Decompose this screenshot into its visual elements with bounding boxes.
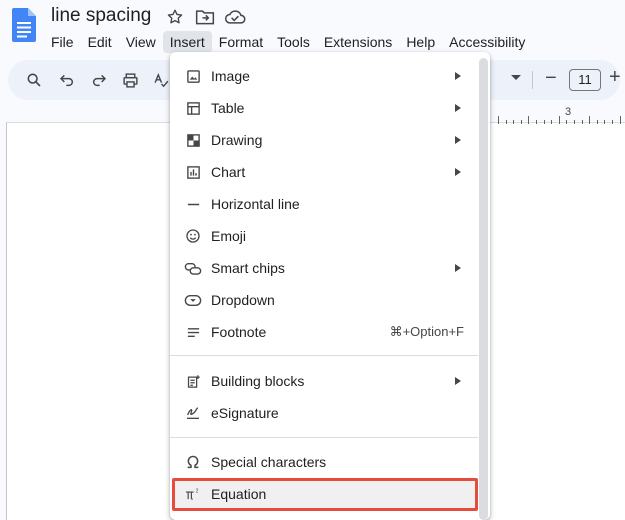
ruler-tick	[596, 120, 598, 124]
search-icon[interactable]	[24, 70, 44, 90]
ruler-tick	[558, 116, 560, 124]
menu-extensions[interactable]: Extensions	[317, 31, 399, 53]
move-folder-icon[interactable]	[194, 7, 216, 27]
ruler-tick	[528, 116, 530, 124]
menu-help[interactable]: Help	[399, 31, 442, 53]
ruler-tick	[536, 120, 537, 124]
menu-tools[interactable]: Tools	[270, 31, 317, 53]
shortcut-hint: ⌘+Option+F	[389, 324, 464, 339]
menu-item-table[interactable]: Table	[172, 93, 478, 123]
menu-item-label: Chart	[211, 164, 246, 180]
menu-item-drawing[interactable]: Drawing	[172, 125, 478, 155]
ruler-tick	[498, 116, 499, 124]
font-size-increase-button[interactable]: +	[609, 66, 621, 89]
menu-item-image[interactable]: Image	[172, 61, 478, 91]
star-icon[interactable]	[164, 7, 186, 27]
menu-item-horizontal-line[interactable]: Horizontal line	[172, 189, 478, 219]
menu-item-label: eSignature	[211, 405, 279, 421]
docs-logo-icon[interactable]	[12, 8, 36, 42]
font-size-decrease-button[interactable]: −	[545, 67, 557, 90]
svg-text:2: 2	[196, 489, 199, 495]
menu-item-label: Dropdown	[211, 292, 275, 308]
submenu-arrow-icon	[455, 168, 461, 176]
menu-item-label: Emoji	[211, 228, 247, 244]
smart-chips-icon	[184, 259, 202, 277]
menu-format[interactable]: Format	[212, 31, 270, 53]
ruler-tick	[551, 120, 553, 124]
menu-item-label: Smart chips	[211, 260, 285, 276]
ruler-tick	[566, 120, 568, 124]
menu-item-label: Building blocks	[211, 373, 305, 389]
menu-bar: File Edit View Insert Format Tools Exten…	[44, 31, 532, 53]
font-size-input[interactable]: 11	[569, 69, 601, 91]
pi-icon: 2	[184, 485, 202, 503]
menu-item-chart[interactable]: Chart	[172, 157, 478, 187]
toolbar-divider	[532, 71, 533, 89]
esignature-icon	[184, 404, 202, 422]
table-icon	[184, 99, 202, 117]
ruler-tick	[520, 120, 522, 124]
submenu-arrow-icon	[455, 72, 461, 80]
menu-item-label: Special characters	[211, 454, 327, 470]
menu-scrollbar[interactable]	[479, 58, 488, 520]
menu-item-esignature[interactable]: eSignature	[172, 398, 478, 428]
menu-edit[interactable]: Edit	[81, 31, 119, 53]
menu-item-label: Horizontal line	[211, 196, 300, 212]
menu-accessibility[interactable]: Accessibility	[442, 31, 532, 53]
document-title[interactable]: line spacing	[51, 5, 151, 27]
font-dropdown-caret-icon[interactable]	[511, 75, 521, 80]
redo-icon[interactable]	[89, 70, 109, 90]
ruler-tick	[581, 120, 583, 124]
ruler-tick	[589, 116, 591, 124]
submenu-arrow-icon	[455, 104, 461, 112]
menu-file[interactable]: File	[44, 31, 81, 53]
menu-item-special-characters[interactable]: Special characters	[172, 447, 478, 477]
menu-divider	[170, 437, 478, 438]
drawing-icon	[184, 131, 202, 149]
submenu-arrow-icon	[455, 377, 461, 385]
menu-item-dropdown[interactable]: Dropdown	[172, 285, 478, 315]
image-icon	[184, 67, 202, 85]
menu-item-emoji[interactable]: Emoji	[172, 221, 478, 251]
omega-icon	[184, 453, 202, 471]
emoji-icon	[184, 227, 202, 245]
ruler-tick	[543, 120, 545, 124]
menu-item-label: Table	[211, 100, 245, 116]
submenu-arrow-icon	[455, 136, 461, 144]
ruler-tick	[604, 120, 606, 124]
menu-insert[interactable]: Insert	[162, 31, 212, 53]
ruler-tick	[612, 120, 613, 124]
chart-icon	[184, 163, 202, 181]
ruler-marker: 3	[565, 106, 572, 118]
footnote-icon	[184, 323, 202, 341]
menu-item-equation[interactable]: 2 Equation	[172, 479, 478, 509]
ruler-tick	[574, 120, 575, 124]
print-icon[interactable]	[120, 70, 140, 90]
menu-item-building-blocks[interactable]: Building blocks	[172, 366, 478, 396]
horizontal-line-icon	[184, 195, 202, 213]
horizontal-ruler[interactable]	[480, 114, 625, 124]
ruler-tick	[513, 120, 515, 124]
ruler-tick	[505, 120, 507, 124]
building-blocks-icon	[184, 372, 202, 390]
ruler-tick	[619, 116, 621, 124]
menu-item-label: Footnote	[211, 324, 267, 340]
undo-icon[interactable]	[57, 70, 77, 90]
menu-item-footnote[interactable]: Footnote ⌘+Option+F	[172, 317, 478, 347]
submenu-arrow-icon	[455, 264, 461, 272]
menu-item-label: Image	[211, 68, 250, 84]
menu-item-smart-chips[interactable]: Smart chips	[172, 253, 478, 283]
dropdown-icon	[184, 291, 202, 309]
menu-divider	[170, 355, 478, 356]
menu-view[interactable]: View	[119, 31, 163, 53]
menu-item-label: Equation	[211, 486, 267, 502]
menu-item-label: Drawing	[211, 132, 263, 148]
cloud-saved-icon[interactable]	[224, 7, 246, 27]
spellcheck-icon[interactable]	[151, 70, 171, 90]
